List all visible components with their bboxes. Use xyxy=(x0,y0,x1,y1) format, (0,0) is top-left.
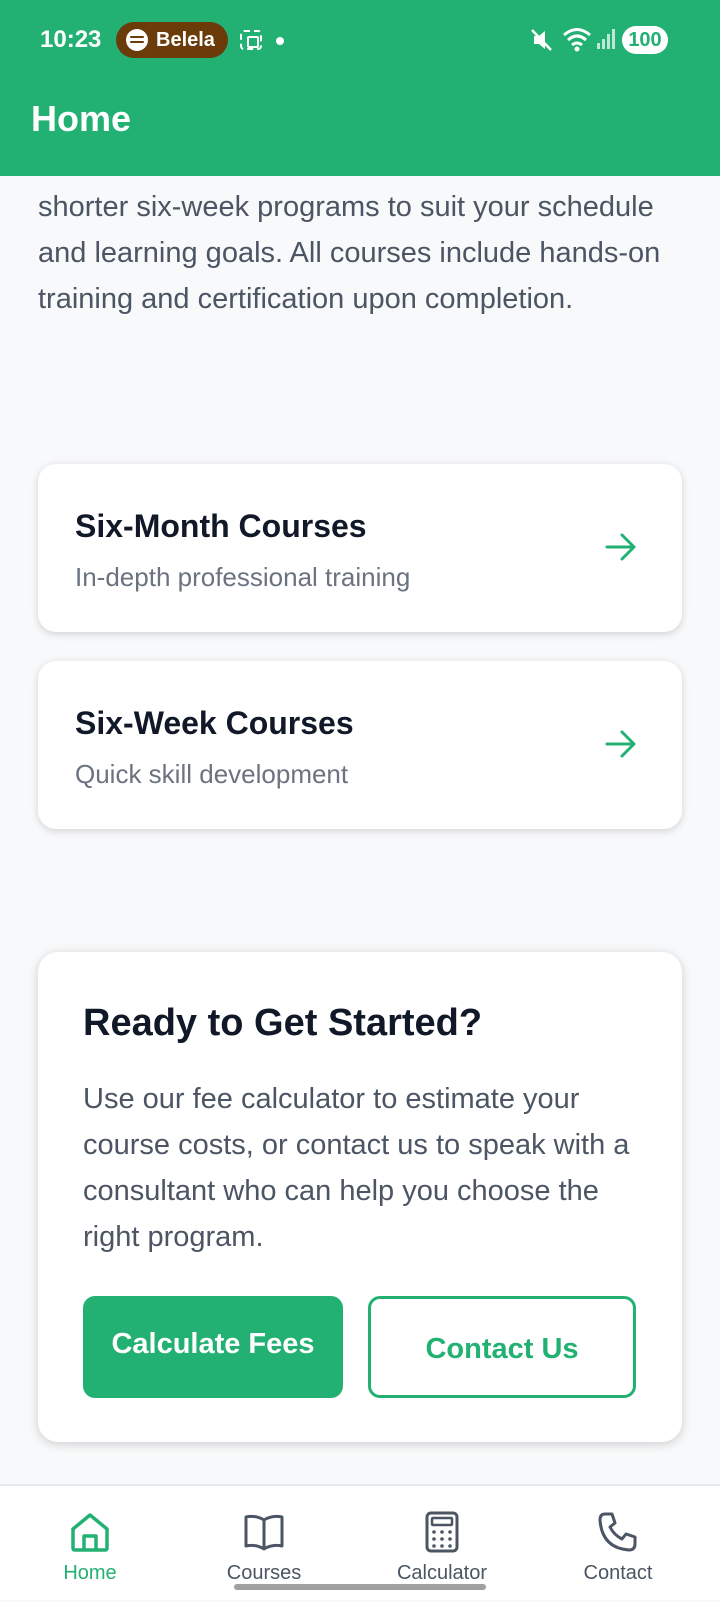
home-indicator[interactable] xyxy=(234,1584,486,1590)
book-icon xyxy=(244,1514,284,1551)
nav-label: Calculator xyxy=(396,1562,488,1584)
notification-dot-icon xyxy=(276,37,284,45)
main-content[interactable]: We offer both intensive six-month course… xyxy=(0,176,720,1484)
media-indicator[interactable]: Belela xyxy=(116,22,228,58)
status-time: 10:23 xyxy=(40,26,102,53)
spotify-icon xyxy=(126,29,148,51)
nav-label: Courses xyxy=(226,1562,302,1584)
screenshot-icon xyxy=(240,30,262,50)
cta-body: Use our fee calculator to estimate your … xyxy=(83,1083,630,1253)
course-title: Six-Month Courses xyxy=(75,508,367,544)
signal-icon xyxy=(597,29,615,49)
arrow-right-icon[interactable] xyxy=(604,727,638,761)
nav-label: Home xyxy=(63,1562,117,1584)
course-card-six-week[interactable]: Six-Week Courses Quick skill development xyxy=(38,661,682,829)
course-title: Six-Week Courses xyxy=(75,705,354,741)
nav-item-home[interactable]: Home xyxy=(0,1486,180,1602)
phone-icon xyxy=(598,1512,637,1552)
course-subtitle: Quick skill development xyxy=(75,759,349,789)
nav-label: Contact xyxy=(583,1562,653,1584)
page-title: Home xyxy=(31,98,132,139)
get-started-card: Ready to Get Started? Use our fee calcul… xyxy=(38,952,682,1442)
wifi-icon xyxy=(563,28,591,52)
battery-indicator: 100 xyxy=(622,26,668,54)
arrow-right-icon[interactable] xyxy=(604,530,638,564)
cta-title: Ready to Get Started? xyxy=(83,1002,483,1044)
home-icon xyxy=(71,1513,109,1552)
contact-us-button[interactable]: Contact Us xyxy=(368,1296,636,1398)
calculate-fees-button[interactable]: Calculate Fees xyxy=(83,1296,343,1398)
bottom-nav: Home Courses Calculator Contact xyxy=(0,1484,720,1600)
mute-icon xyxy=(531,29,552,51)
status-bar: 10:23 Belela 100 xyxy=(0,0,720,80)
course-subtitle: In-depth professional training xyxy=(75,562,411,592)
calculator-icon xyxy=(425,1511,459,1553)
nav-item-contact[interactable]: Contact xyxy=(528,1486,708,1602)
course-card-six-month[interactable]: Six-Month Courses In-depth professional … xyxy=(38,464,682,632)
media-app-label: Belela xyxy=(156,28,215,51)
intro-paragraph: We offer both intensive six-month course… xyxy=(38,176,661,315)
app-bar: Home xyxy=(0,80,720,176)
